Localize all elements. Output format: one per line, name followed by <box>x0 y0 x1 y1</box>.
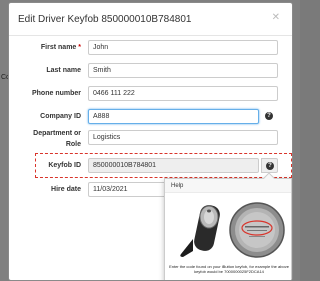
help-popover: Help Enter the code found on your iButto… <box>164 172 292 280</box>
keyfob-id-label: Keyfob ID <box>48 162 81 169</box>
question-circle-icon: ? <box>266 162 274 170</box>
popover-caption: Enter the code found on your iButton key… <box>169 264 289 274</box>
last-name-label: Last name <box>46 67 81 74</box>
first-name-input[interactable]: John <box>88 40 278 55</box>
phone-label: Phone number <box>31 90 81 97</box>
keyfob-id-input[interactable]: 850000010B784801 <box>88 158 259 173</box>
popover-title: Help <box>165 179 291 193</box>
company-id-label: Company ID <box>40 113 81 120</box>
question-circle-icon: ? <box>265 112 273 120</box>
phone-input[interactable]: 0466 111 222 <box>88 86 278 101</box>
hire-date-input[interactable]: 11/03/2021 <box>88 182 168 197</box>
first-name-label: First name * <box>40 44 81 51</box>
department-label: Department or Role <box>33 130 81 148</box>
modal-header: Edit Driver Keyfob 850000010B784801 ✕ <box>9 3 292 36</box>
modal-title: Edit Driver Keyfob 850000010B784801 <box>18 14 192 25</box>
edit-keyfob-modal: Edit Driver Keyfob 850000010B784801 ✕ Fi… <box>8 2 293 281</box>
keyfob-help-button[interactable]: ? <box>261 158 278 173</box>
company-id-input[interactable]: A888 <box>88 109 259 124</box>
ibutton-keyfob-image <box>180 205 220 257</box>
required-mark: * <box>78 44 81 51</box>
last-name-input[interactable]: Smith <box>88 63 278 78</box>
hire-date-label: Hire date <box>51 186 81 193</box>
department-input[interactable]: Logistics <box>88 130 278 145</box>
ibutton-code-image <box>229 202 285 258</box>
company-id-help-button[interactable]: ? <box>261 109 278 124</box>
close-icon[interactable]: ✕ <box>272 12 280 23</box>
